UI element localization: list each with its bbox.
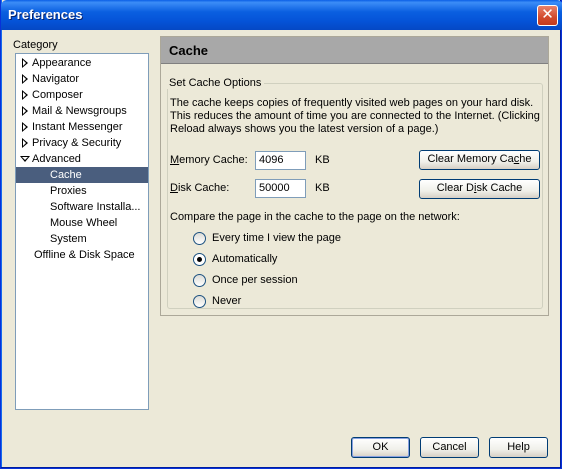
compare-label: Compare the page in the cache to the pag… bbox=[170, 211, 460, 223]
window-title: Preferences bbox=[8, 7, 83, 22]
tree-item-label: Proxies bbox=[50, 185, 87, 197]
expand-arrow-icon[interactable] bbox=[20, 103, 30, 119]
tree-item-label: Offline & Disk Space bbox=[34, 249, 135, 261]
expand-arrow-icon[interactable] bbox=[20, 87, 30, 103]
memory-cache-unit: KB bbox=[315, 154, 330, 166]
tree-item-label: Navigator bbox=[32, 73, 80, 85]
tree-item-system[interactable]: System bbox=[16, 231, 148, 247]
help-button[interactable]: Help bbox=[489, 437, 548, 458]
panel-title: Cache bbox=[169, 43, 209, 58]
tree-item-label: Software Installa... bbox=[50, 201, 141, 213]
preferences-window: Preferences ✕ Category Appearance Naviga… bbox=[0, 0, 562, 469]
tree-item-mail-newsgroups[interactable]: Mail & Newsgroups bbox=[16, 103, 148, 119]
category-tree[interactable]: Appearance Navigator Composer Mail & New… bbox=[15, 53, 149, 410]
radio-label: Never bbox=[212, 295, 242, 307]
tree-item-label: Advanced bbox=[32, 153, 81, 165]
clear-memory-cache-button[interactable]: Clear Memory Cache bbox=[419, 150, 540, 170]
tree-item-mouse-wheel[interactable]: Mouse Wheel bbox=[16, 215, 148, 231]
cache-description: The cache keeps copies of frequently vis… bbox=[170, 97, 540, 135]
radio-button[interactable] bbox=[193, 295, 206, 308]
tree-item-label: System bbox=[50, 233, 87, 245]
radio-button-selected[interactable] bbox=[193, 253, 206, 266]
tree-item-label: Cache bbox=[50, 169, 82, 181]
tree-item-proxies[interactable]: Proxies bbox=[16, 183, 148, 199]
tree-item-appearance[interactable]: Appearance bbox=[16, 55, 148, 71]
tree-item-advanced[interactable]: Advanced bbox=[16, 151, 148, 167]
expand-arrow-icon[interactable] bbox=[20, 119, 30, 135]
expand-arrow-icon[interactable] bbox=[20, 135, 30, 151]
memory-cache-input[interactable]: 4096 bbox=[255, 151, 306, 170]
clear-disk-cache-button[interactable]: Clear Disk Cache bbox=[419, 179, 540, 199]
expand-arrow-icon[interactable] bbox=[20, 71, 30, 87]
category-label: Category bbox=[13, 39, 58, 51]
radio-label: Once per session bbox=[212, 274, 298, 286]
disk-cache-input[interactable]: 50000 bbox=[255, 179, 306, 198]
tree-item-label: Composer bbox=[32, 89, 83, 101]
cancel-button[interactable]: Cancel bbox=[420, 437, 479, 458]
radio-label: Every time I view the page bbox=[212, 232, 342, 244]
tree-item-label: Appearance bbox=[32, 57, 92, 69]
tree-item-navigator[interactable]: Navigator bbox=[16, 71, 148, 87]
disk-cache-label: Disk Cache: bbox=[170, 182, 230, 194]
tree-item-software-installation[interactable]: Software Installa... bbox=[16, 199, 148, 215]
close-button[interactable]: ✕ bbox=[537, 5, 558, 26]
group-title: Set Cache Options bbox=[167, 77, 265, 89]
title-bar[interactable]: Preferences ✕ bbox=[1, 0, 562, 30]
tree-item-privacy-security[interactable]: Privacy & Security bbox=[16, 135, 148, 151]
radio-button[interactable] bbox=[193, 232, 206, 245]
tree-item-offline-disk-space[interactable]: Offline & Disk Space bbox=[16, 247, 148, 263]
tree-item-instant-messenger[interactable]: Instant Messenger bbox=[16, 119, 148, 135]
close-icon: ✕ bbox=[541, 6, 554, 23]
tree-item-label: Privacy & Security bbox=[32, 137, 122, 149]
tree-item-composer[interactable]: Composer bbox=[16, 87, 148, 103]
radio-button[interactable] bbox=[193, 274, 206, 287]
disk-cache-unit: KB bbox=[315, 182, 330, 194]
radio-label: Automatically bbox=[212, 253, 278, 265]
ok-button[interactable]: OK bbox=[351, 437, 410, 458]
tree-item-cache[interactable]: Cache bbox=[16, 167, 148, 183]
collapse-arrow-icon[interactable] bbox=[20, 151, 30, 167]
panel-header: Cache bbox=[161, 37, 548, 64]
expand-arrow-icon[interactable] bbox=[20, 55, 30, 71]
tree-item-label: Mail & Newsgroups bbox=[32, 105, 127, 117]
memory-cache-label: Memory Cache: bbox=[170, 154, 248, 166]
tree-item-label: Mouse Wheel bbox=[50, 217, 118, 229]
tree-item-label: Instant Messenger bbox=[32, 121, 123, 133]
